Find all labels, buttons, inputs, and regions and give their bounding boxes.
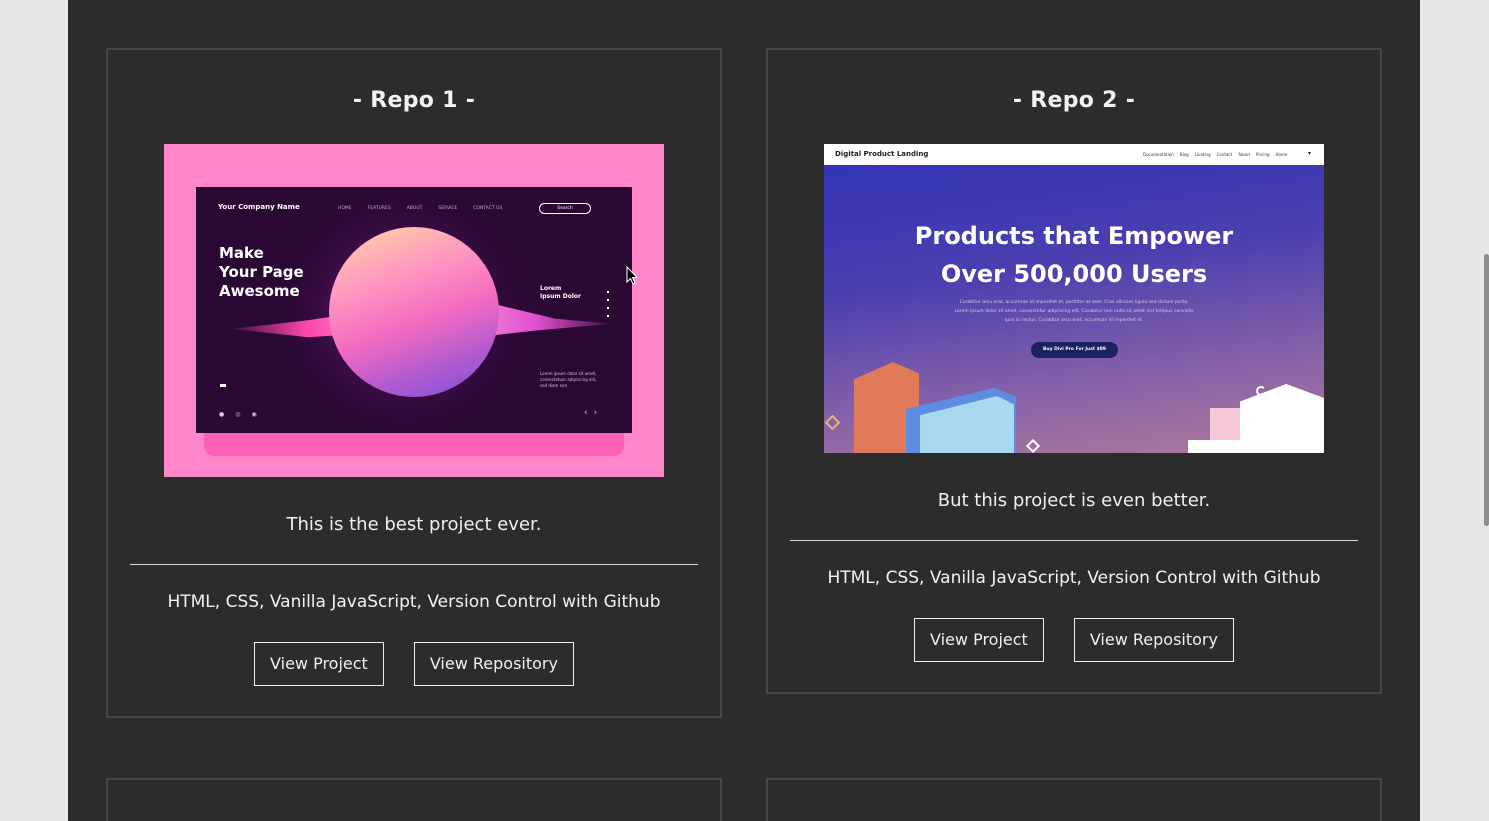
project-card-repo-4 — [766, 778, 1382, 821]
project-preview-image: Digital Product Landing Documentation Bl… — [824, 144, 1324, 453]
preview-nav-item: CONTACT US — [473, 206, 503, 211]
loading-ring-icon — [1256, 386, 1266, 396]
arrow-left-icon: ‹ — [584, 408, 588, 418]
preview-search: Search — [539, 203, 591, 214]
preview-nav: Documentation Blog Landing Contact About… — [1143, 152, 1287, 157]
platform-shape — [1188, 440, 1278, 453]
project-card-repo-3 — [106, 778, 722, 821]
view-repository-button[interactable]: View Repository — [1073, 618, 1234, 662]
preview-topbar: Digital Product Landing Documentation Bl… — [824, 144, 1324, 165]
preview-nav-item: FEATURES — [367, 206, 391, 211]
preview-nav-item: Pricing — [1256, 152, 1270, 157]
project-description: This is the best project ever. — [286, 514, 542, 535]
preview-dots — [607, 291, 609, 319]
preview-nav-item: Blog — [1179, 152, 1189, 157]
project-title: - Repo 1 - — [352, 88, 476, 113]
view-project-button[interactable]: View Project — [254, 642, 384, 686]
card-actions: View Project View Repository — [108, 642, 720, 686]
view-repository-button[interactable]: View Repository — [413, 642, 574, 686]
preview-side-text: Lorem Ipsum Dolor — [540, 285, 581, 300]
preview-social-icons: ● ◎ ◉ — [219, 411, 257, 418]
diamond-icon — [1025, 438, 1041, 453]
project-description: But this project is even better. — [937, 490, 1211, 511]
portfolio-page: - Repo 1 - Your Company Name HOME FEATUR… — [68, 0, 1420, 821]
preview-screen: Your Company Name HOME FEATURES ABOUT SE… — [196, 187, 632, 433]
project-card-repo-1: - Repo 1 - Your Company Name HOME FEATUR… — [106, 48, 722, 718]
preview-small-text: Lorem ipsum dolor sit amet, consectetuer… — [540, 371, 597, 388]
laptop-base — [204, 432, 624, 456]
project-title: - Repo 2 - — [1012, 88, 1136, 113]
preview-nav-item: Contact — [1216, 152, 1233, 157]
card-actions: View Project View Repository — [768, 618, 1380, 662]
project-preview-image: Your Company Name HOME FEATURES ABOUT SE… — [164, 144, 664, 477]
card-divider — [130, 564, 698, 565]
preview-nav-item: ABOUT — [406, 206, 423, 211]
card-divider — [790, 540, 1358, 541]
preview-mark — [220, 384, 226, 387]
preview-cta: Buy Divi Pro For Just $89 — [1031, 342, 1118, 358]
preview-nav-item: HOME — [338, 206, 352, 211]
cart-icon: ▾ — [1308, 150, 1312, 157]
social-icon: ◎ — [235, 411, 241, 418]
preview-nav-item: About — [1238, 152, 1251, 157]
preview-brand: Digital Product Landing — [835, 150, 929, 158]
preview-arrows: ‹ › — [584, 408, 597, 418]
preview-nav-item: Documentation — [1143, 152, 1174, 157]
page-scrollbar[interactable] — [1484, 254, 1489, 526]
preview-copy: Curabitur arcu erat, accumsan id imperdi… — [954, 300, 1194, 323]
project-card-repo-2: - Repo 2 - Digital Product Landing Docum… — [766, 48, 1382, 694]
preview-nav: HOME FEATURES ABOUT SERVICE CONTACT US — [338, 206, 502, 211]
arrow-right-icon: › — [593, 408, 598, 418]
view-project-button[interactable]: View Project — [914, 618, 1044, 662]
preview-nav-item: Home — [1275, 152, 1288, 157]
project-tech-stack: HTML, CSS, Vanilla JavaScript, Version C… — [827, 568, 1321, 588]
project-tech-stack: HTML, CSS, Vanilla JavaScript, Version C… — [167, 592, 661, 612]
diamond-icon — [824, 414, 841, 431]
planet-illustration — [329, 227, 499, 397]
social-icon: ● — [219, 411, 225, 418]
preview-nav-item: SERVICE — [438, 206, 458, 211]
preview-headline: Products that Empower Over 500,000 Users — [914, 222, 1234, 288]
social-icon: ◉ — [251, 411, 257, 418]
preview-nav-item: Landing — [1194, 152, 1211, 157]
preview-headline: Make Your Page Awesome — [219, 244, 304, 300]
preview-company-name: Your Company Name — [218, 203, 300, 211]
